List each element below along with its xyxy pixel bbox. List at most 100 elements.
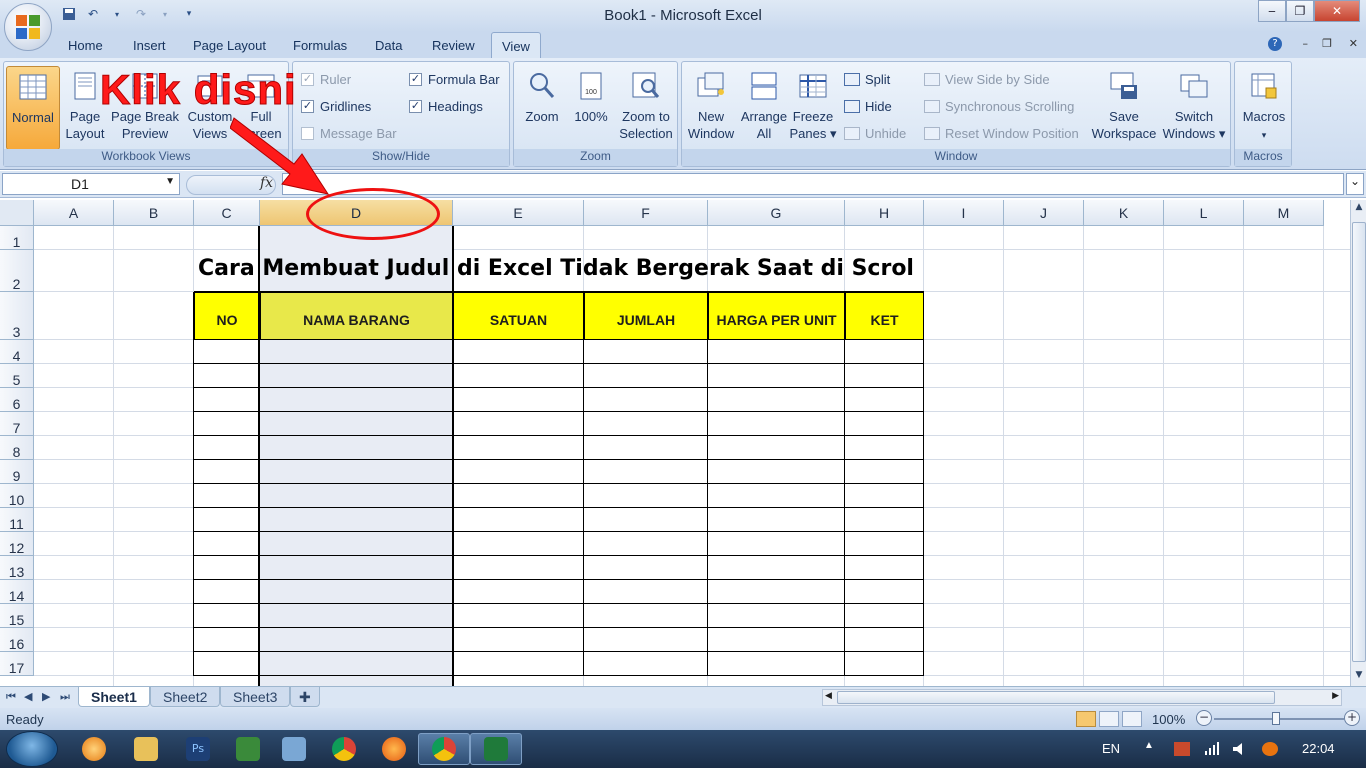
zoom-button[interactable]: Zoom <box>518 66 566 125</box>
prev-sheet-icon[interactable]: ◀ <box>24 690 32 703</box>
scroll-up-icon[interactable]: ▲ <box>1351 202 1366 216</box>
table-header-no[interactable]: NO <box>194 292 260 340</box>
tray-app-icon[interactable] <box>1262 742 1278 756</box>
view-side-by-side-button[interactable]: View Side by Side <box>924 72 1050 87</box>
last-sheet-icon[interactable]: ⏭ <box>60 690 70 704</box>
tab-view[interactable]: View <box>491 32 541 59</box>
tab-data[interactable]: Data <box>375 38 402 53</box>
name-box[interactable]: D1 ▼ <box>2 173 180 195</box>
freeze-panes-button[interactable]: Freeze Panes ▾ <box>788 66 838 142</box>
synchronous-scrolling-button[interactable]: Synchronous Scrolling <box>924 99 1074 114</box>
name-box-dropdown-icon[interactable]: ▼ <box>165 176 175 187</box>
column-header-j[interactable]: J <box>1004 200 1084 226</box>
macros-button[interactable]: Macros ▾ <box>1237 66 1291 144</box>
scroll-left-icon[interactable]: ◀ <box>825 691 832 701</box>
close-button[interactable]: ✕ <box>1314 0 1360 22</box>
page-layout-status-icon[interactable] <box>1099 711 1119 727</box>
taskbar-photoshop[interactable]: Ps <box>172 733 224 765</box>
row-header-12[interactable]: 12 <box>0 532 34 556</box>
table-header-harga-per-unit[interactable]: HARGA PER UNIT <box>708 292 845 340</box>
network-icon[interactable] <box>1204 742 1220 756</box>
normal-view-status-icon[interactable] <box>1076 711 1096 727</box>
column-header-l[interactable]: L <box>1164 200 1244 226</box>
tab-review[interactable]: Review <box>432 38 475 53</box>
row-header-17[interactable]: 17 <box>0 652 34 676</box>
taskbar-explorer[interactable] <box>120 733 172 765</box>
page-break-status-icon[interactable] <box>1122 711 1142 727</box>
formula-input[interactable] <box>282 173 1344 195</box>
switch-windows-button[interactable]: Switch Windows ▾ <box>1160 66 1228 142</box>
table-header-nama-barang[interactable]: NAMA BARANG <box>260 292 453 340</box>
vertical-scrollbar[interactable]: ▲ ▼ <box>1350 200 1366 686</box>
workbook-restore-icon[interactable]: ❐ <box>1322 37 1332 50</box>
zoom-out-icon[interactable]: − <box>1196 710 1212 726</box>
tab-formulas[interactable]: Formulas <box>293 38 347 53</box>
column-header-m[interactable]: M <box>1244 200 1324 226</box>
office-button[interactable] <box>4 3 52 51</box>
vertical-scroll-thumb[interactable] <box>1352 222 1366 662</box>
column-header-i[interactable]: I <box>924 200 1004 226</box>
zoom-100-button[interactable]: 100 100% <box>568 66 614 125</box>
row-header-1[interactable]: 1 <box>0 226 34 250</box>
next-sheet-icon[interactable]: ▶ <box>42 690 50 703</box>
row-header-6[interactable]: 6 <box>0 388 34 412</box>
taskbar-chrome-2[interactable] <box>418 733 470 765</box>
expand-formula-bar-icon[interactable]: ⌄ <box>1346 173 1364 195</box>
power-icon[interactable] <box>1174 742 1190 756</box>
row-header-7[interactable]: 7 <box>0 412 34 436</box>
table-header-satuan[interactable]: SATUAN <box>453 292 584 340</box>
unhide-button[interactable]: Unhide <box>844 126 906 141</box>
scroll-right-icon[interactable]: ▶ <box>1332 691 1339 701</box>
zoom-level[interactable]: 100% <box>1152 712 1185 727</box>
scroll-down-icon[interactable]: ▼ <box>1351 670 1366 684</box>
tab-page-layout[interactable]: Page Layout <box>193 38 266 53</box>
sheet-tab-3[interactable]: Sheet3 <box>220 687 291 707</box>
formula-bar-checkbox[interactable]: ✓ Formula Bar <box>409 72 500 87</box>
restore-button[interactable]: ❐ <box>1286 0 1314 22</box>
new-window-button[interactable]: New Window <box>684 66 738 142</box>
zoom-slider-thumb[interactable] <box>1272 712 1280 725</box>
row-header-13[interactable]: 13 <box>0 556 34 580</box>
hide-button[interactable]: Hide <box>844 99 892 114</box>
tab-insert[interactable]: Insert <box>133 38 166 53</box>
worksheet-grid[interactable]: ABCDEFGHIJKLM 1 2 3 4 5 6 7 8 9 10 11 12 13 14 15 16 17 … <box>0 200 1350 686</box>
workbook-close-icon[interactable]: ✕ <box>1349 37 1358 50</box>
taskbar-firefox[interactable] <box>368 733 420 765</box>
column-header-c[interactable]: C <box>194 200 260 226</box>
headings-checkbox[interactable]: ✓ Headings <box>409 99 483 114</box>
column-header-e[interactable]: E <box>453 200 584 226</box>
column-header-b[interactable]: B <box>114 200 194 226</box>
show-hidden-icons-icon[interactable]: ▲ <box>1144 740 1154 751</box>
clock[interactable]: 22:04 <box>1302 741 1335 756</box>
zoom-in-icon[interactable]: + <box>1344 710 1360 726</box>
tab-home[interactable]: Home <box>68 38 103 53</box>
sheet-tab-2[interactable]: Sheet2 <box>150 687 221 707</box>
taskbar-app-1[interactable] <box>68 733 120 765</box>
row-header-10[interactable]: 10 <box>0 484 34 508</box>
arrange-all-button[interactable]: Arrange All <box>738 66 790 142</box>
row-header-8[interactable]: 8 <box>0 436 34 460</box>
row-header-2[interactable]: 2 <box>0 250 34 292</box>
column-header-f[interactable]: F <box>584 200 708 226</box>
taskbar-excel[interactable] <box>470 733 522 765</box>
horizontal-scroll-thumb[interactable] <box>837 691 1275 704</box>
row-header-4[interactable]: 4 <box>0 340 34 364</box>
zoom-to-selection-button[interactable]: Zoom to Selection <box>616 66 676 142</box>
row-header-16[interactable]: 16 <box>0 628 34 652</box>
row-header-11[interactable]: 11 <box>0 508 34 532</box>
column-header-k[interactable]: K <box>1084 200 1164 226</box>
insert-sheet-icon[interactable]: ✚ <box>290 687 320 707</box>
taskbar-camtasia[interactable] <box>222 733 274 765</box>
sheet-tab-1[interactable]: Sheet1 <box>78 687 150 707</box>
table-header-ket[interactable]: KET <box>845 292 924 340</box>
column-header-h[interactable]: H <box>845 200 924 226</box>
row-header-5[interactable]: 5 <box>0 364 34 388</box>
language-indicator[interactable]: EN <box>1102 741 1120 756</box>
horizontal-scrollbar[interactable]: ◀ ▶ <box>822 689 1342 706</box>
volume-icon[interactable] <box>1232 742 1248 756</box>
row-header-3[interactable]: 3 <box>0 292 34 340</box>
ruler-checkbox[interactable]: ✓ Ruler <box>301 72 351 87</box>
workbook-minimize-icon[interactable]: – <box>1303 37 1309 50</box>
select-all-corner[interactable] <box>0 200 34 226</box>
table-header-jumlah[interactable]: JUMLAH <box>584 292 708 340</box>
